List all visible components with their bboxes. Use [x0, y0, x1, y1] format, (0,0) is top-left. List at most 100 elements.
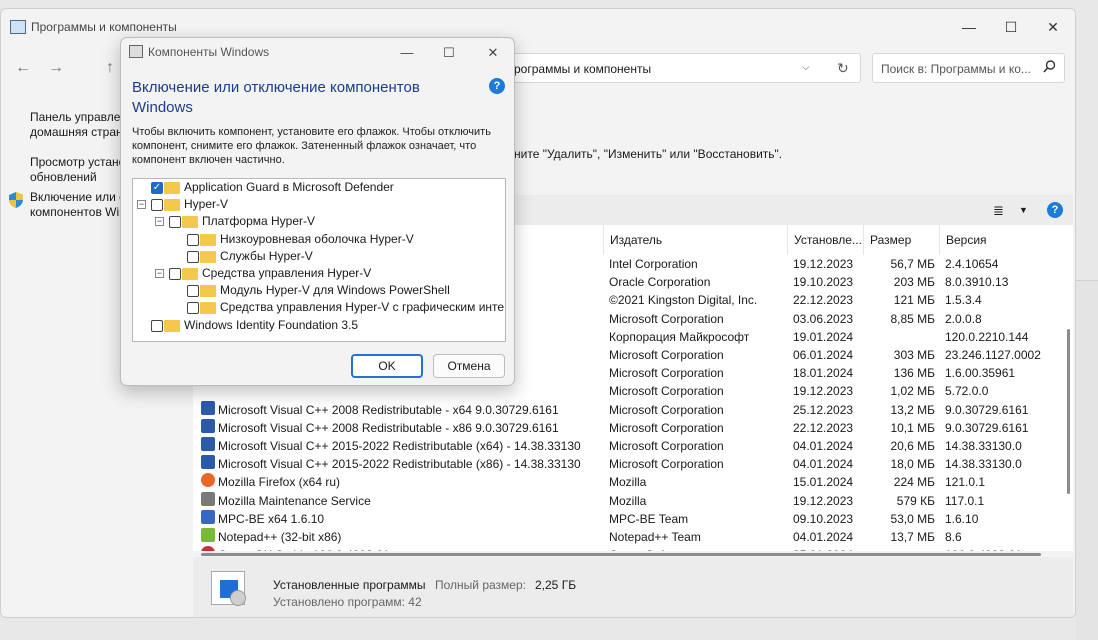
- cell-version: 2.0.0.8: [945, 311, 982, 326]
- cell-publisher: Opera Software: [609, 546, 785, 551]
- table-row[interactable]: Microsoft Visual C++ 2015-2022 Redistrib…: [193, 437, 1061, 455]
- cell-version: 8.6: [945, 530, 962, 544]
- column-header-installed[interactable]: Установле...: [787, 225, 863, 255]
- table-row[interactable]: Opera GX Stable 106.0.4998.61 Opera Softw…: [193, 546, 1061, 551]
- cell-size: 203 МБ: [893, 275, 935, 290]
- dialog-minimize-button[interactable]: —: [389, 42, 425, 64]
- cell-version: 1.5.3.4: [945, 293, 982, 308]
- cell-version: 14.38.33130.0: [945, 457, 1022, 472]
- sidebar-updates-line2: обновлений: [30, 170, 97, 184]
- cell-installed: 25.12.2023: [793, 402, 854, 417]
- view-options-icon[interactable]: ≣: [993, 203, 1004, 219]
- feature-checkbox[interactable]: [151, 319, 163, 332]
- cell-publisher: MPC-BE Team: [609, 511, 689, 526]
- dialog-maximize-button[interactable]: ☐: [431, 42, 467, 64]
- program-icon: [201, 455, 215, 470]
- table-row[interactable]: Microsoft Visual C++ 2015-2022 Redistrib…: [193, 455, 1061, 473]
- column-header-publisher[interactable]: Издатель: [603, 225, 787, 255]
- forward-arrow-icon[interactable]: →: [48, 59, 64, 77]
- cell-version: 121.0.1: [945, 475, 986, 490]
- collapse-icon[interactable]: −: [137, 200, 146, 210]
- refresh-icon[interactable]: ↻: [837, 60, 849, 77]
- feature-checkbox[interactable]: [169, 216, 181, 229]
- installed-programs-icon: [211, 571, 246, 606]
- up-arrow-icon[interactable]: ↑: [106, 59, 114, 77]
- address-bar[interactable]: рограммы и компоненты ⌵ ↻: [501, 53, 861, 83]
- status-count: Установлено программ: 42: [273, 595, 422, 609]
- feature-checkbox[interactable]: [169, 268, 181, 280]
- cell-name: Microsoft Visual C++ 2008 Redistributabl…: [218, 402, 559, 417]
- folder-icon: [164, 319, 180, 332]
- cell-size: 13,2 МБ: [890, 402, 935, 417]
- ok-button[interactable]: OK: [351, 354, 423, 378]
- cell-size: 136 МБ: [893, 366, 935, 381]
- cancel-button[interactable]: Отмена: [433, 354, 505, 378]
- vertical-scrollbar[interactable]: [1067, 329, 1070, 494]
- feature-checkbox[interactable]: [187, 285, 199, 298]
- cell-publisher: ©2021 Kingston Digital, Inc.: [609, 293, 758, 308]
- cell-name: Opera GX Stable 106.0.4998.61: [218, 546, 598, 551]
- cell-publisher: Корпорация Майкрософт: [609, 329, 750, 344]
- column-header-size[interactable]: Размер: [863, 225, 939, 255]
- help-icon[interactable]: ?: [1047, 202, 1063, 218]
- program-icon: [201, 400, 215, 415]
- cell-version: 2.4.10654: [945, 257, 999, 271]
- cell-version: 120.0.2210.144: [945, 329, 1029, 344]
- minimize-button[interactable]: —: [949, 15, 989, 39]
- cell-publisher: Intel Corporation: [609, 257, 698, 271]
- sidebar-home-link[interactable]: Панель управлен домашняя страни: [30, 110, 125, 140]
- sidebar-updates-link[interactable]: Просмотр устано обновлений: [30, 155, 125, 185]
- horizontal-scrollbar[interactable]: [201, 553, 1041, 556]
- search-input[interactable]: Поиск в: Программы и ко...: [872, 53, 1065, 83]
- cell-version: 106.0.4998.61: [945, 546, 1061, 551]
- collapse-icon[interactable]: −: [155, 217, 164, 227]
- close-button[interactable]: ✕: [1033, 15, 1073, 39]
- feature-checkbox[interactable]: [151, 199, 163, 212]
- folder-icon: [164, 199, 180, 212]
- search-icon[interactable]: [1043, 60, 1056, 76]
- chevron-down-icon[interactable]: ▼: [1019, 205, 1028, 215]
- feature-checkbox[interactable]: [187, 250, 199, 263]
- program-icon: [201, 491, 215, 506]
- program-icon: [201, 473, 215, 488]
- shield-icon: [9, 192, 23, 208]
- cell-name: Microsoft Visual C++ 2015-2022 Redistrib…: [218, 457, 581, 472]
- table-row[interactable]: Notepad++ (32-bit x86) Notepad++ Team 04.0…: [193, 528, 1061, 546]
- table-row[interactable]: Mozilla Maintenance Service Mozilla 19.12.…: [193, 491, 1061, 510]
- collapse-icon[interactable]: −: [155, 269, 164, 278]
- cell-size: 20,6 МБ: [890, 439, 935, 453]
- feature-checkbox[interactable]: ✓: [151, 182, 163, 194]
- table-row[interactable]: Microsoft Visual C++ 2008 Redistributabl…: [193, 400, 1061, 419]
- table-row[interactable]: Mozilla Firefox (x64 ru) Mozilla 15.01.202…: [193, 473, 1061, 491]
- back-arrow-icon[interactable]: ←: [15, 59, 31, 77]
- features-icon: [129, 45, 143, 58]
- sidebar-features-link[interactable]: Включение или о компонентов Win: [30, 190, 125, 220]
- feature-checkbox[interactable]: [187, 302, 199, 315]
- cell-installed: 06.01.2024: [793, 348, 854, 362]
- feature-checkbox[interactable]: [187, 233, 199, 246]
- table-row[interactable]: MPC-BE x64 1.6.10 MPC-BE Team 09.10.2023 53…: [193, 509, 1061, 528]
- address-text: рограммы и компоненты: [514, 62, 652, 76]
- cell-installed: 15.01.2024: [793, 475, 854, 490]
- cell-version: 1.6.10: [945, 511, 979, 526]
- dialog-close-button[interactable]: ✕: [475, 42, 511, 64]
- table-row[interactable]: Microsoft Visual C++ 2008 Redistributabl…: [193, 418, 1061, 437]
- search-placeholder: Поиск в: Программы и ко...: [881, 62, 1031, 76]
- column-header-version[interactable]: Версия: [939, 225, 1061, 255]
- cell-publisher: Microsoft Corporation: [609, 439, 724, 453]
- windows-features-dialog: Компоненты Windows — ☐ ✕ Включение или о…: [120, 37, 515, 386]
- maximize-button[interactable]: ☐: [991, 15, 1031, 39]
- cell-installed: 22.12.2023: [793, 293, 854, 308]
- help-icon[interactable]: ?: [489, 78, 505, 94]
- cell-version: 9.0.30729.6161: [945, 402, 1029, 417]
- cell-version: 117.0.1: [945, 493, 985, 508]
- program-icon: [201, 437, 215, 451]
- cell-publisher: Oracle Corporation: [609, 275, 711, 290]
- cell-name: Notepad++ (32-bit x86): [218, 530, 342, 544]
- cell-publisher: Microsoft Corporation: [609, 348, 724, 362]
- status-size-value: 2,25 ГБ: [535, 578, 577, 592]
- cell-installed: 04.01.2024: [793, 457, 854, 472]
- folder-icon: [200, 285, 216, 298]
- chevron-down-icon[interactable]: ⌵: [802, 62, 810, 73]
- cell-size: 303 МБ: [893, 348, 935, 362]
